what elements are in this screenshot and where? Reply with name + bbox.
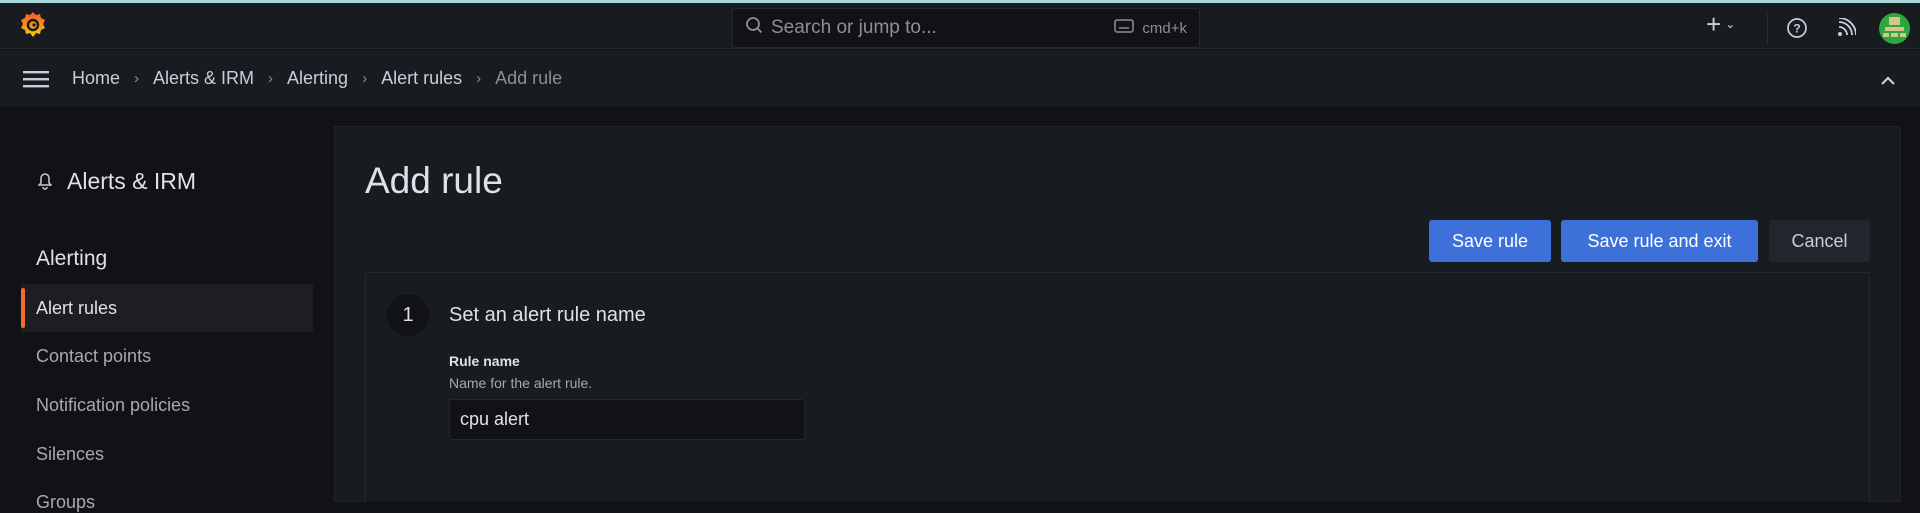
rule-name-label: Rule name — [449, 353, 520, 369]
breadcrumb: Home › Alerts & IRM › Alerting › Alert rule… — [72, 68, 562, 89]
svg-text:?: ? — [1793, 22, 1800, 36]
sidebar-item-label: Alert rules — [36, 298, 118, 318]
collapse-chevron-up-icon[interactable] — [1880, 70, 1896, 91]
sidebar-item-alert-rules[interactable]: Alert rules — [21, 284, 313, 332]
sidebar-item-silences[interactable]: Silences — [36, 444, 104, 465]
search-bar[interactable]: Search or jump to... cmd+k — [732, 8, 1200, 48]
breadcrumb-alerts-irm[interactable]: Alerts & IRM — [153, 68, 254, 89]
search-shortcut: cmd+k — [1142, 19, 1187, 37]
sidebar-section-title: Alerts & IRM — [67, 168, 197, 194]
save-rule-button[interactable]: Save rule — [1429, 220, 1551, 262]
cancel-button[interactable]: Cancel — [1769, 220, 1870, 262]
keyboard-icon — [1114, 19, 1135, 37]
page-title: Add rule — [365, 160, 503, 201]
bell-icon — [37, 172, 53, 195]
breadcrumb-current: Add rule — [495, 68, 563, 88]
sidebar-item-notification-policies[interactable]: Notification policies — [36, 395, 190, 416]
chevron-down-icon: ⌄ — [1725, 17, 1736, 31]
rule-name-input[interactable]: cpu alert — [449, 399, 805, 440]
chevron-right-icon: › — [362, 70, 368, 87]
help-icon[interactable]: ? — [1786, 17, 1808, 44]
sidebar-item-contact-points[interactable]: Contact points — [36, 346, 151, 367]
news-rss-icon[interactable] — [1836, 17, 1857, 43]
chevron-right-icon: › — [268, 70, 274, 87]
breadcrumb-home[interactable]: Home — [72, 68, 120, 89]
user-avatar[interactable] — [1879, 13, 1910, 44]
chevron-right-icon: › — [134, 70, 140, 87]
divider — [1767, 14, 1768, 44]
chevron-right-icon: › — [476, 70, 482, 87]
save-rule-and-exit-button[interactable]: Save rule and exit — [1561, 220, 1758, 262]
step-title: Set an alert rule name — [449, 304, 646, 326]
step-number-badge: 1 — [387, 294, 429, 336]
breadcrumb-alert-rules[interactable]: Alert rules — [381, 68, 462, 89]
plus-icon: + — [1706, 9, 1722, 39]
sidebar-item-groups[interactable]: Groups — [36, 492, 95, 513]
breadcrumb-alerting[interactable]: Alerting — [287, 68, 348, 89]
search-icon — [745, 16, 763, 40]
menu-icon[interactable] — [23, 70, 49, 93]
new-button[interactable]: + ⌄ — [1706, 9, 1736, 39]
active-indicator — [21, 288, 25, 328]
search-input[interactable]: Search or jump to... — [771, 17, 937, 39]
sidebar-group-alerting[interactable]: Alerting — [36, 247, 107, 271]
grafana-logo-icon[interactable] — [20, 10, 46, 45]
rule-name-hint: Name for the alert rule. — [449, 375, 593, 391]
